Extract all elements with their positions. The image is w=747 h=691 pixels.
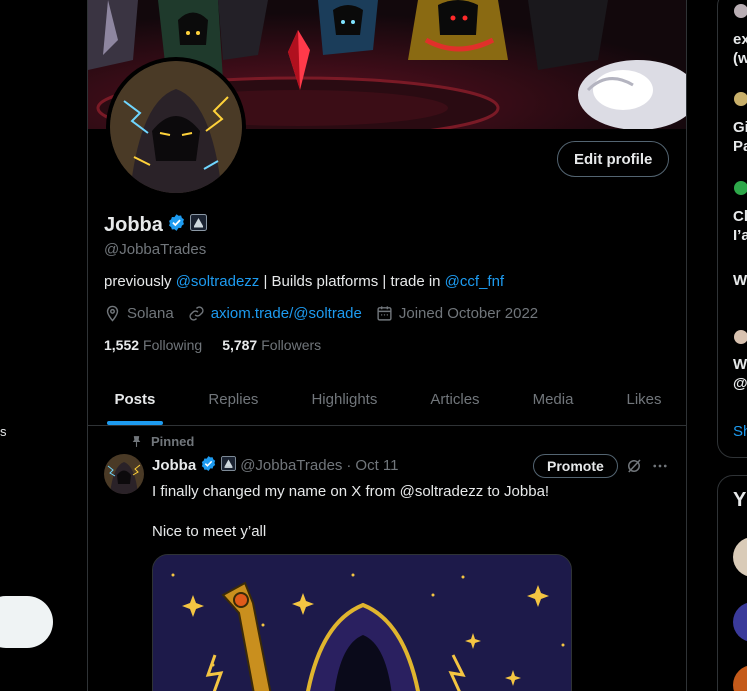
tab-media[interactable]: Media	[506, 373, 600, 425]
profile-location: Solana	[104, 305, 174, 322]
trend-avatar	[734, 4, 747, 18]
profile-display-name: Jobba	[104, 213, 163, 236]
link-icon	[189, 306, 204, 321]
tab-label: Articles	[430, 390, 480, 408]
tab-label: Highlights	[311, 390, 378, 408]
pinned-tweet[interactable]: Pinned Jobba @JobbaTrades · Oct 11 Promo…	[88, 426, 686, 691]
profile-tabs: Posts Replies Highlights Articles Media …	[88, 373, 686, 426]
who-to-follow-title: Y	[733, 489, 747, 511]
tab-label: Posts	[114, 390, 156, 408]
tab-label: Likes	[626, 390, 662, 408]
tweet-text: I finally changed my name on X from @sol…	[152, 483, 550, 500]
trend-item[interactable]: W @	[733, 355, 747, 393]
verified-badge-icon[interactable]	[200, 455, 217, 476]
tweet-header: Jobba @JobbaTrades · Oct 11	[152, 455, 399, 476]
trend-item[interactable]: ex (w	[733, 30, 747, 68]
tweet-separator: ·	[346, 457, 352, 474]
tab-label: Replies	[208, 390, 259, 408]
calendar-icon	[377, 306, 392, 321]
location-text: Solana	[127, 305, 174, 322]
tab-replies[interactable]: Replies	[182, 373, 285, 425]
tweet-image-art	[153, 555, 571, 691]
bio-text-prefix: previously	[104, 273, 176, 290]
website-link[interactable]: axiom.trade/@soltrade	[211, 305, 362, 322]
tweet-avatar-image	[104, 454, 144, 494]
trend-avatar	[734, 330, 747, 344]
profile-main-column: Edit profile Jobba @JobbaTrades previous…	[87, 0, 687, 691]
bio-mention-link[interactable]: @soltradezz	[176, 273, 260, 290]
profile-bio: previously @soltradezz | Builds platform…	[104, 273, 504, 290]
tab-likes[interactable]: Likes	[600, 373, 686, 425]
tweet-date[interactable]: Oct 11	[355, 457, 398, 474]
followers-count: 5,787	[222, 337, 258, 353]
tweet-author-name[interactable]: Jobba	[152, 457, 196, 474]
profile-handle: @JobbaTrades	[104, 241, 207, 258]
trend-item[interactable]: Cl I’a	[733, 207, 747, 245]
profile-joined: Joined October 2022	[376, 305, 538, 322]
more-icon[interactable]	[651, 457, 669, 480]
followers-label: Followers	[261, 337, 322, 353]
bio-mention-link[interactable]: @ccf_fnf	[445, 273, 504, 290]
following-label: Following	[143, 337, 203, 353]
show-more-link[interactable]: Sh	[733, 423, 747, 440]
promote-button[interactable]: Promote	[533, 454, 618, 478]
trend-avatar	[734, 181, 747, 195]
tweet-text: Nice to meet y’all	[152, 523, 267, 540]
tab-highlights[interactable]: Highlights	[285, 373, 404, 425]
pin-icon	[132, 436, 141, 447]
tab-posts[interactable]: Posts	[88, 373, 182, 425]
trend-avatar	[734, 92, 747, 106]
profile-website: axiom.trade/@soltrade	[188, 305, 362, 322]
nav-label-fragment[interactable]: s	[0, 424, 7, 439]
trend-item[interactable]: GiPa	[733, 118, 747, 156]
affiliate-badge-icon[interactable]	[189, 214, 207, 236]
avatar-image	[110, 61, 242, 193]
verified-badge-icon[interactable]	[167, 213, 186, 237]
right-sidebar: ex(w GiPa ClI’a W W@ Sh Y	[717, 0, 747, 691]
bio-text-middle: | Builds platforms | trade in	[259, 273, 445, 290]
tab-articles[interactable]: Articles	[404, 373, 506, 425]
following-link[interactable]: 1,552 Following	[104, 337, 202, 353]
trend-item[interactable]: W	[733, 271, 747, 290]
tweet-author-handle[interactable]: @JobbaTrades	[240, 457, 342, 474]
profile-meta-row: Solana axiom.trade/@soltrade Joined Octo…	[104, 305, 552, 322]
profile-avatar[interactable]	[106, 57, 246, 197]
post-button[interactable]	[0, 596, 53, 648]
tweet-media-image[interactable]	[152, 554, 572, 691]
profile-name-row: Jobba	[104, 213, 207, 237]
location-icon	[106, 305, 119, 322]
tab-label: Media	[532, 390, 574, 408]
affiliate-badge-icon[interactable]	[221, 456, 237, 475]
followers-link[interactable]: 5,787 Followers	[222, 337, 321, 353]
pinned-indicator: Pinned	[130, 434, 194, 449]
edit-profile-button[interactable]: Edit profile	[557, 141, 670, 177]
following-count: 1,552	[104, 337, 140, 353]
tweet-avatar[interactable]	[104, 454, 144, 494]
left-navigation: s	[0, 0, 88, 691]
follow-stats: 1,552 Following 5,787 Followers	[104, 337, 321, 353]
grok-icon[interactable]	[625, 457, 643, 480]
joined-text: Joined October 2022	[398, 305, 539, 322]
pinned-label: Pinned	[151, 434, 195, 449]
active-tab-indicator	[106, 421, 163, 425]
